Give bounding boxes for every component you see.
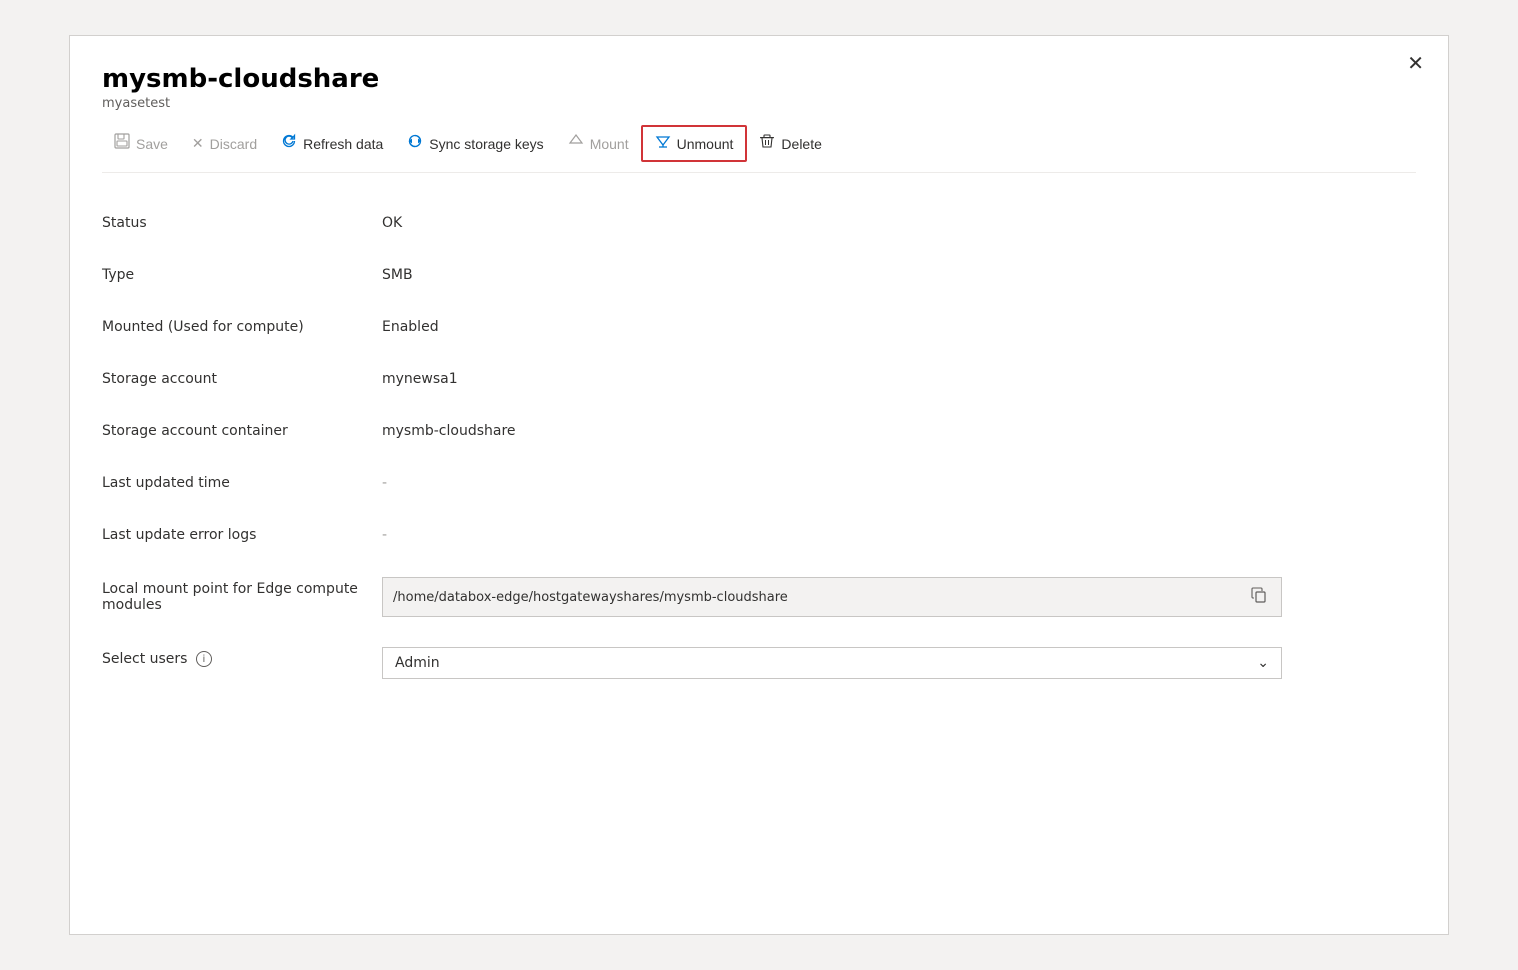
sync-label: Sync storage keys: [429, 136, 543, 152]
sync-button[interactable]: Sync storage keys: [395, 127, 555, 160]
copy-input-wrapper: /home/databox-edge/hostgatewayshares/mys…: [382, 577, 1282, 617]
storage-container-value: mysmb-cloudshare: [382, 405, 1416, 457]
select-users-label: Select users i: [102, 633, 382, 685]
type-label: Type: [102, 249, 382, 301]
local-mount-path: /home/databox-edge/hostgatewayshares/mys…: [393, 590, 1239, 605]
discard-button[interactable]: ✕ Discard: [180, 129, 269, 158]
discard-label: Discard: [210, 136, 257, 152]
last-error-logs-label: Last update error logs: [102, 509, 382, 561]
unmount-button[interactable]: Unmount: [641, 125, 748, 162]
mount-label: Mount: [590, 136, 629, 152]
refresh-label: Refresh data: [303, 136, 383, 152]
close-button[interactable]: ✕: [1407, 54, 1424, 74]
users-selected: Admin: [395, 655, 440, 671]
last-updated-label: Last updated time: [102, 457, 382, 509]
local-mount-value: /home/databox-edge/hostgatewayshares/mys…: [382, 561, 1416, 633]
unmount-icon: [655, 133, 671, 154]
copy-button[interactable]: [1247, 585, 1271, 609]
info-icon[interactable]: i: [196, 651, 212, 667]
local-mount-label: Local mount point for Edge compute modul…: [102, 563, 382, 631]
type-value: SMB: [382, 249, 1416, 301]
delete-label: Delete: [781, 136, 821, 152]
storage-account-value: mynewsa1: [382, 353, 1416, 405]
mounted-label: Mounted (Used for compute): [102, 301, 382, 353]
refresh-button[interactable]: Refresh data: [269, 127, 395, 160]
panel-title: mysmb-cloudshare: [102, 64, 1416, 94]
panel-subtitle: myasetest: [102, 96, 1416, 111]
refresh-icon: [281, 133, 297, 154]
last-error-logs-value: -: [382, 509, 1416, 561]
save-label: Save: [136, 136, 168, 152]
users-dropdown[interactable]: Admin ⌄: [382, 647, 1282, 679]
detail-panel: ✕ mysmb-cloudshare myasetest Save ✕ Disc…: [69, 35, 1449, 935]
fields-grid: Status OK Type SMB Mounted (Used for com…: [102, 197, 1416, 693]
unmount-label: Unmount: [677, 136, 734, 152]
mounted-value: Enabled: [382, 301, 1416, 353]
chevron-down-icon: ⌄: [1257, 655, 1269, 671]
mount-icon: [568, 133, 584, 154]
discard-icon: ✕: [192, 135, 204, 152]
last-updated-value: -: [382, 457, 1416, 509]
select-users-value[interactable]: Admin ⌄: [382, 633, 1416, 693]
mount-button[interactable]: Mount: [556, 127, 641, 160]
delete-button[interactable]: Delete: [747, 127, 833, 160]
storage-container-label: Storage account container: [102, 405, 382, 457]
storage-account-label: Storage account: [102, 353, 382, 405]
sync-icon: [407, 133, 423, 154]
status-value: OK: [382, 197, 1416, 249]
delete-icon: [759, 133, 775, 154]
save-icon: [114, 133, 130, 154]
save-button[interactable]: Save: [102, 127, 180, 160]
status-label: Status: [102, 197, 382, 249]
toolbar: Save ✕ Discard Refresh data: [102, 125, 1416, 173]
